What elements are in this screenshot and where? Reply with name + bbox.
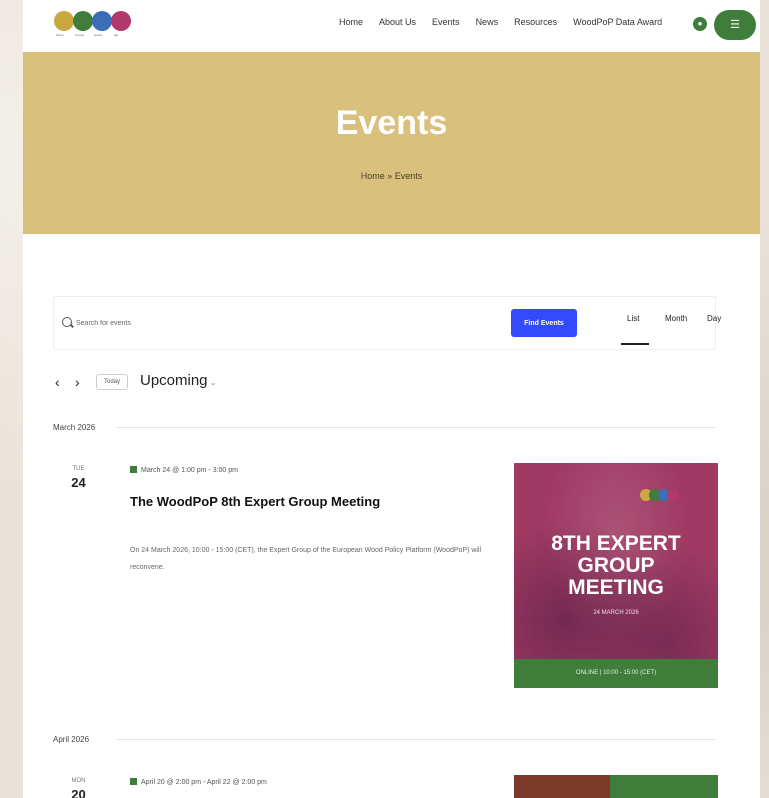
image-footer: ONLINE | 10:00 - 15:00 (CET) [514, 659, 718, 688]
image-headline-line: GROUP [577, 554, 655, 577]
chevron-down-icon: ⌄ [207, 378, 217, 387]
calendar-icon [130, 778, 137, 785]
view-month-tab[interactable]: Month [665, 314, 687, 323]
view-day-tab[interactable]: Day [707, 314, 721, 323]
prev-arrow-icon[interactable]: ‹ [55, 374, 60, 390]
main-nav: Home About Us Events News Resources Wood… [339, 17, 678, 27]
logo-dot-pink [111, 11, 131, 31]
event-date-tag: MON 20 [53, 778, 104, 798]
event-description: On 24 March 2026, 10:00 - 15:00 (CET), t… [130, 547, 482, 571]
upcoming-dropdown[interactable]: Upcoming ⌄ [140, 372, 216, 389]
logo-dot-green [73, 11, 93, 31]
site-header: forest europe unece fao Home About Us Ev… [23, 0, 760, 52]
image-subtitle: 24 MARCH 2026 [593, 610, 639, 616]
event-day-number: 24 [71, 475, 86, 490]
event-title-link[interactable]: The WoodPoP 8th Expert Group Meeting [130, 494, 380, 509]
logo-caption: forest [56, 33, 64, 37]
site-logo[interactable]: forest europe unece fao [54, 11, 134, 41]
image-logo [640, 488, 679, 506]
upcoming-label: Upcoming [140, 372, 208, 389]
event-featured-image[interactable]: 8TH EXPERT GROUP MEETING 24 MARCH 2026 O… [514, 463, 718, 688]
view-list-tab[interactable]: List [627, 314, 639, 323]
page-title: Events [335, 104, 448, 142]
image-headline: 8TH EXPERT GROUP MEETING [514, 533, 718, 599]
nav-home[interactable]: Home [339, 17, 363, 27]
event-datetime: April 20 @ 2:00 pm - April 22 @ 2:00 pm [130, 778, 267, 786]
active-view-indicator [621, 343, 649, 345]
nav-news[interactable]: News [476, 17, 499, 27]
event-date-tag: TUE 24 [53, 466, 104, 490]
event-day-of-week: MON [71, 778, 86, 784]
next-arrow-icon[interactable]: › [75, 374, 80, 390]
month-divider [116, 739, 716, 740]
nav-resources[interactable]: Resources [514, 17, 557, 27]
search-input[interactable] [76, 315, 376, 331]
month-separator: April 2026 [53, 735, 90, 744]
events-search-bar: Find Events List Month Day [53, 296, 721, 350]
hamburger-icon[interactable]: ☰ [714, 10, 756, 40]
page: forest europe unece fao Home About Us Ev… [23, 0, 760, 798]
nav-events[interactable]: Events [432, 17, 460, 27]
logo-caption: fao [114, 33, 119, 37]
event-datetime-text: April 20 @ 2:00 pm - April 22 @ 2:00 pm [141, 779, 267, 786]
nav-data-award[interactable]: WoodPoP Data Award [573, 17, 662, 27]
logo-caption: europe [75, 33, 85, 37]
logo-caption: unece [94, 33, 103, 37]
image-headline-line: 8TH EXPERT [551, 532, 681, 555]
search-icon[interactable]: ● [693, 17, 707, 31]
nav-about-us[interactable]: About Us [379, 17, 416, 27]
today-button[interactable]: Today [96, 374, 128, 390]
event-datetime: March 24 @ 1:00 pm - 3:00 pm [130, 466, 238, 474]
month-separator: March 2026 [53, 423, 96, 432]
breadcrumb[interactable]: Home » Events [23, 171, 760, 181]
event-datetime-text: March 24 @ 1:00 pm - 3:00 pm [141, 467, 238, 474]
event-featured-image[interactable] [514, 775, 718, 798]
logo-dot-pink [667, 489, 679, 501]
search-icon [62, 317, 72, 327]
event-day-of-week: TUE [72, 466, 85, 472]
find-events-button[interactable]: Find Events [511, 309, 577, 337]
month-divider [116, 427, 716, 428]
page-hero: Events Home » Events [23, 52, 760, 234]
logo-dot-blue [92, 11, 112, 31]
image-headline-line: MEETING [568, 576, 664, 599]
event-day-number: 20 [71, 787, 86, 798]
calendar-icon [130, 466, 137, 473]
image-photo [514, 775, 610, 798]
logo-dot-yellow [54, 11, 74, 31]
